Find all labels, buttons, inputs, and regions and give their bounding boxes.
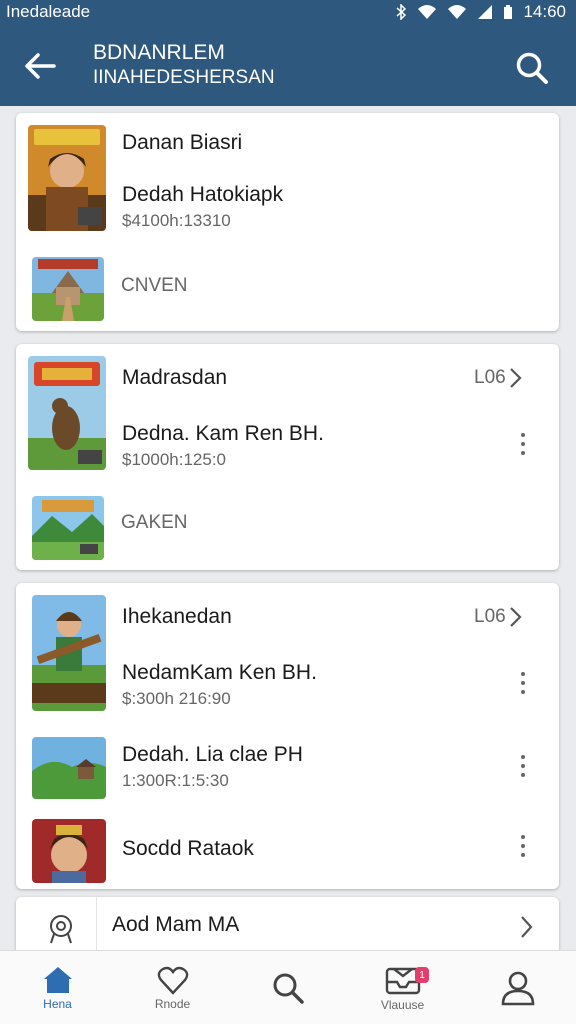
game-card-2: Madrasdan L06 Dedna. Kam Ren BH. $1000h:… <box>16 344 559 570</box>
nav-home-label: Hena <box>43 997 72 1011</box>
nav-search[interactable] <box>230 951 345 1024</box>
list-item[interactable]: Socdd Rataok <box>16 815 559 885</box>
see-all-label: L06 <box>474 367 506 388</box>
game-card-3: Ihekanedan L06 NedamKam Ken BH. $:300h 2… <box>16 583 559 889</box>
category-label: GAKEN <box>121 512 188 533</box>
game-name: Socdd Rataok <box>122 837 254 860</box>
app-bar-titles: BDNANRLEM IINAHEDESHERSAN <box>93 40 275 90</box>
game-thumbnail <box>32 496 104 560</box>
game-subtitle: Dedna. Kam Ren BH. <box>122 422 324 445</box>
wifi-icon <box>418 5 437 19</box>
list-item[interactable]: Madrasdan L06 Dedna. Kam Ren BH. $1000h:… <box>16 344 559 476</box>
category-label: CNVEN <box>121 275 188 296</box>
chevron-right-icon <box>509 368 522 388</box>
back-button[interactable] <box>20 46 60 86</box>
page-title: BDNANRLEM <box>93 41 225 64</box>
arrow-left-icon <box>25 53 56 79</box>
divider <box>96 897 97 957</box>
game-subtitle: NedamKam Ken BH. <box>122 661 317 684</box>
app-bar: BDNANRLEM IINAHEDESHERSAN <box>0 24 576 106</box>
more-options-button[interactable] <box>511 668 535 698</box>
partial-card-label: Aod Mam MA <box>112 913 240 936</box>
search-icon <box>516 52 548 84</box>
list-item[interactable]: Danan Biasri Dedah Hatokiapk $4100h:1331… <box>16 113 559 241</box>
list-item[interactable]: CNVEN <box>16 249 559 325</box>
game-thumbnail <box>32 737 106 799</box>
chevron-right-icon <box>521 916 533 938</box>
list-item[interactable]: Ihekanedan L06 NedamKam Ken BH. $:300h 2… <box>16 583 559 717</box>
signal-icon <box>478 5 493 19</box>
game-price: $4100h:13310 <box>122 211 231 230</box>
see-all-label: L06 <box>474 606 506 627</box>
more-options-button[interactable] <box>511 751 535 781</box>
game-price: 1:300R:1:5:30 <box>122 771 229 790</box>
game-name: Dedah. Lia clae PH <box>122 743 303 766</box>
bottom-nav: Hena Rnode 1 Vlauuse <box>0 950 576 1024</box>
notification-badge: 1 <box>415 967 429 983</box>
game-thumbnail <box>32 595 106 711</box>
partial-card[interactable]: Aod Mam MA <box>16 897 559 957</box>
nav-profile[interactable] <box>460 951 575 1024</box>
status-time: 14:60 <box>523 2 566 21</box>
page-subtitle: IINAHEDESHERSAN <box>93 67 275 88</box>
game-name: Danan Biasri <box>122 131 243 154</box>
heart-icon <box>157 966 188 995</box>
game-price: $1000h:125:0 <box>122 450 226 469</box>
game-thumbnail <box>32 257 104 321</box>
search-button[interactable] <box>510 46 554 90</box>
home-icon <box>43 967 72 993</box>
more-options-button[interactable] <box>511 429 535 459</box>
list-item[interactable]: GAKEN <box>16 484 559 564</box>
more-options-button[interactable] <box>511 831 535 861</box>
see-all-link[interactable]: L06 <box>474 367 522 389</box>
list-item[interactable]: Dedah. Lia clae PH 1:300R:1:5:30 <box>16 729 559 807</box>
search-icon <box>273 973 304 1004</box>
status-bar: Inedaleade 14:60 <box>0 0 576 24</box>
nav-home[interactable]: Hena <box>0 951 115 1024</box>
game-name: Madrasdan <box>122 366 228 389</box>
carrier-text: Inedaleade <box>6 2 91 21</box>
game-thumbnail <box>28 356 106 470</box>
chevron-right-icon <box>509 607 522 627</box>
game-card-1: Danan Biasri Dedah Hatokiapk $4100h:1331… <box>16 113 559 331</box>
nav-inbox-label: Vlauuse <box>380 998 425 1012</box>
game-subtitle: Dedah Hatokiapk <box>122 183 284 206</box>
game-price: $:300h 216:90 <box>122 689 231 708</box>
wifi-icon-2 <box>448 5 467 19</box>
status-icons: 14:60 <box>395 2 566 22</box>
nav-favorites[interactable]: Rnode <box>115 951 230 1024</box>
nav-favorites-label: Rnode <box>154 997 191 1011</box>
battery-icon <box>504 5 513 19</box>
badge-icon <box>50 915 72 944</box>
game-thumbnail <box>32 819 106 883</box>
profile-icon <box>501 971 534 1006</box>
see-all-link[interactable]: L06 <box>474 606 522 628</box>
game-name: Ihekanedan <box>122 605 232 628</box>
bluetooth-icon <box>396 4 407 20</box>
nav-inbox[interactable]: 1 Vlauuse <box>345 951 460 1024</box>
game-thumbnail <box>28 125 106 231</box>
